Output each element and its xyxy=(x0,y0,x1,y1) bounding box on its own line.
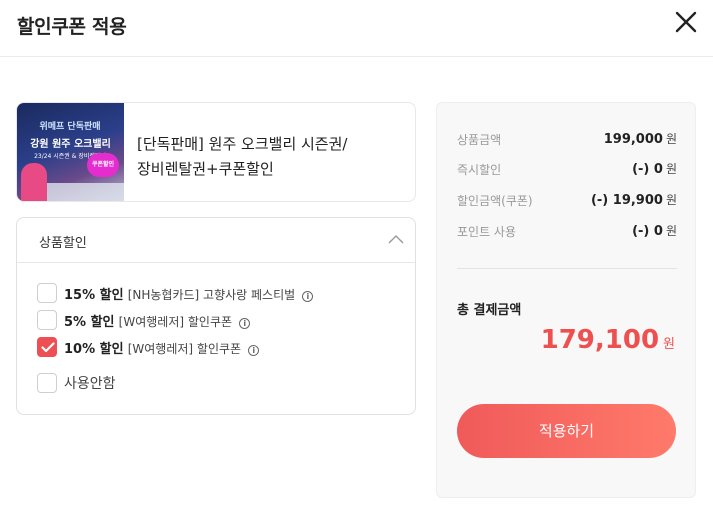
info-icon[interactable]: i xyxy=(302,291,314,302)
summary-label: 할인금액(쿠폰) xyxy=(457,194,533,208)
payment-summary: 상품금액 199,000 원 즉시할인 (-) 0원 할인금액(쿠폰) (-) 1… xyxy=(436,102,696,498)
summary-unit: 원 xyxy=(665,193,677,207)
modal-title: 할인쿠폰 적용 xyxy=(17,16,127,38)
coupon-description: [NH농협카드] 고향사랑 페스티벌 xyxy=(127,288,296,302)
summary-value: (-) 0 xyxy=(632,224,663,239)
summary-value: (-) 19,900 xyxy=(590,193,663,208)
close-button[interactable] xyxy=(672,8,700,36)
product-name: [단독판매] 원주 오크밸리 시즌권/장비렌탈권+쿠폰할인 xyxy=(137,135,348,178)
coupon-option-1[interactable]: 15% 할인 [NH농협카드] 고향사랑 페스티벌 i xyxy=(37,283,337,303)
total-value: 179,100 xyxy=(540,325,660,355)
summary-row-instant-discount: 즉시할인 (-) 0원 xyxy=(457,161,677,181)
summary-unit: 원 xyxy=(665,132,677,146)
product-thumbnail: 위메프 단독판매 강원 원주 오크밸리 23/24 시즌권 & 장비렌탈권 쿠폰… xyxy=(17,103,124,201)
discount-panel: 상품할인 15% 할인 [NH농협카드] 고향사랑 페스티벌 i 5% 할인 [… xyxy=(16,217,416,415)
summary-value: 199,000 xyxy=(603,132,663,147)
checkmark-icon xyxy=(41,342,55,353)
apply-button[interactable]: 적용하기 xyxy=(457,404,676,458)
thumb-badge: 쿠폰할인 xyxy=(87,153,119,177)
info-icon[interactable]: i xyxy=(239,318,251,329)
summary-label: 상품금액 xyxy=(457,133,502,147)
product-card: 위메프 단독판매 강원 원주 오크밸리 23/24 시즌권 & 장비렌탈권 쿠폰… xyxy=(16,102,416,202)
summary-label: 즉시할인 xyxy=(457,163,502,177)
summary-unit: 원 xyxy=(665,224,677,238)
coupon-checkbox-2[interactable] xyxy=(37,310,57,330)
coupon-percent: 15% 할인 xyxy=(64,288,124,303)
modal-header: 할인쿠폰 적용 xyxy=(0,0,713,57)
total-label: 총 결제금액 xyxy=(457,303,522,318)
coupon-checkbox-none[interactable] xyxy=(37,373,57,393)
coupon-option-3[interactable]: 10% 할인 [W여행레저] 할인쿠폰 i xyxy=(37,337,287,357)
coupon-percent: 5% 할인 xyxy=(64,315,115,330)
total-amount: 179,100 원 xyxy=(541,325,675,355)
thumb-line-2: 강원 원주 오크밸리 xyxy=(30,139,111,150)
thumb-skier xyxy=(21,163,47,201)
summary-row-price: 상품금액 199,000 원 xyxy=(457,131,677,151)
summary-divider xyxy=(457,268,677,269)
coupon-description: [W여행레저] 할인쿠폰 xyxy=(127,342,242,356)
chevron-up-icon[interactable] xyxy=(387,232,405,246)
summary-row-points: 포인트 사용 (-) 0원 xyxy=(457,223,677,243)
coupon-checkbox-3[interactable] xyxy=(37,337,57,357)
summary-row-coupon-discount: 할인금액(쿠폰) (-) 19,900 원 xyxy=(457,192,677,212)
discount-title: 상품할인 xyxy=(39,236,87,251)
discount-accordion-header[interactable]: 상품할인 xyxy=(17,218,415,263)
coupon-percent: 10% 할인 xyxy=(64,342,124,357)
coupon-description: [W여행레저] 할인쿠폰 xyxy=(118,315,233,329)
summary-value: (-) 0 xyxy=(632,162,663,177)
thumb-snow xyxy=(47,183,124,201)
info-icon[interactable]: i xyxy=(248,345,260,356)
summary-unit: 원 xyxy=(665,162,677,176)
coupon-checkbox-1[interactable] xyxy=(37,283,57,303)
thumb-line-1: 위메프 단독판매 xyxy=(39,122,101,132)
total-unit: 원 xyxy=(663,337,675,352)
summary-label: 포인트 사용 xyxy=(457,225,517,239)
coupon-option-none[interactable]: 사용안함 xyxy=(37,373,157,393)
coupon-option-2[interactable]: 5% 할인 [W여행레저] 할인쿠폰 i xyxy=(37,310,287,330)
close-icon[interactable] xyxy=(672,8,700,36)
no-coupon-label: 사용안함 xyxy=(64,376,116,392)
